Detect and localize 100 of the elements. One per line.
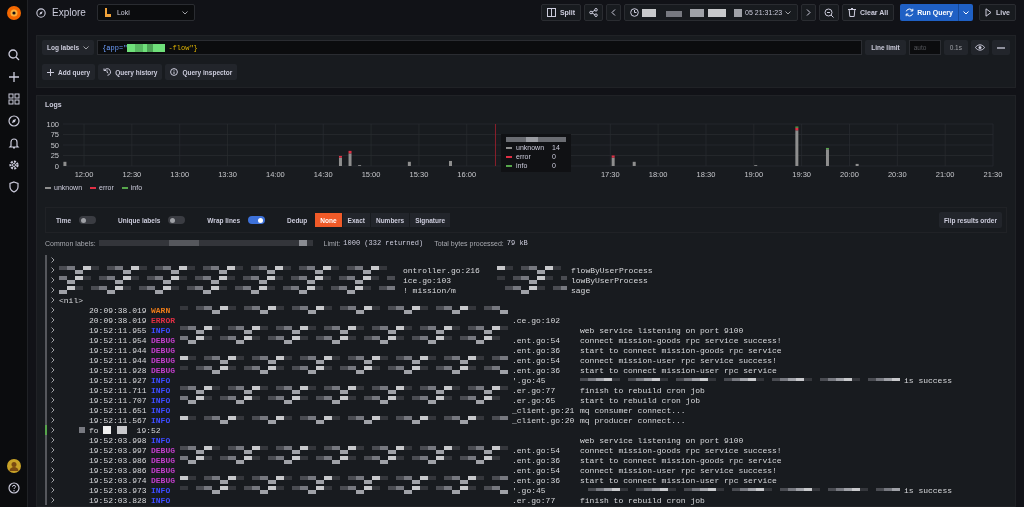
log-text: ontroller.go:216: [403, 265, 481, 275]
share-button[interactable]: [584, 4, 604, 21]
log-level: DEBUG: [151, 365, 176, 375]
log-text: sage: [571, 285, 591, 295]
loki-icon: [103, 8, 112, 17]
log-timestamp: 19:52:03.973: [89, 485, 147, 495]
minus-icon: [997, 46, 1005, 49]
log-level: INFO: [151, 325, 172, 335]
info-icon: [170, 68, 179, 76]
log-source: .er.go:77: [512, 385, 556, 395]
compass-icon: [36, 7, 46, 18]
bar: [63, 161, 67, 166]
caret-icon: [963, 10, 969, 15]
plus-icon: [47, 68, 54, 76]
caret-icon: [181, 10, 188, 15]
avatar[interactable]: [6, 459, 21, 473]
log-timestamp: 19:52:03.997: [89, 445, 147, 455]
chevron-left-icon: [611, 9, 617, 16]
remove-query-button[interactable]: [992, 40, 1010, 55]
log-message: start to connect mission-user rpc service: [580, 365, 777, 375]
log-level: DEBUG: [151, 475, 176, 485]
caret-icon: [785, 10, 792, 15]
clock-icon: [630, 8, 640, 17]
next-button[interactable]: [801, 4, 817, 21]
log-timestamp: 19:52:11.927: [89, 375, 147, 385]
bar: [632, 161, 636, 166]
log-source: '.go:45: [512, 375, 546, 385]
zoom-out-icon: [824, 7, 835, 18]
log-level: INFO: [151, 405, 172, 415]
log-source: '.go:45: [512, 485, 546, 495]
log-source: .ent.go:54: [512, 355, 560, 365]
toggle-switch[interactable]: [248, 216, 266, 224]
log-timestamp: 19:52:11.651: [89, 405, 147, 415]
caret-icon: [83, 45, 90, 50]
log-level: INFO: [151, 415, 172, 425]
log-timestamp: 20:09:38.019: [89, 305, 147, 315]
legend-swatch: [90, 186, 97, 189]
log-timestamp: 19:52:03.974: [89, 475, 147, 485]
log-text: <nil>: [59, 295, 84, 305]
log-level: DEBUG: [151, 465, 176, 475]
log-source: _client.go:20: [512, 415, 575, 425]
bell-icon[interactable]: [7, 137, 20, 149]
log-source: .ent.go:36: [512, 365, 560, 375]
log-message: mq consumer connect...: [580, 405, 686, 415]
log-message: finish to rebuild cron job: [580, 495, 705, 505]
log-source: .ent.go:36: [512, 455, 560, 465]
help-icon[interactable]: [7, 482, 20, 494]
log-level: INFO: [151, 485, 172, 495]
trash-icon: [848, 8, 857, 17]
log-timestamp: 19:52:03.828: [89, 495, 147, 505]
log-source: .er.go:77: [512, 495, 556, 505]
log-text: 19:52: [136, 425, 161, 435]
log-text: ! mission/m: [403, 285, 457, 295]
zoom-out-button[interactable]: [819, 4, 840, 21]
share-icon: [589, 8, 599, 17]
log-timestamp: 20:09:38.019: [89, 315, 147, 325]
log-message: mq producer connect...: [580, 415, 686, 425]
log-level: INFO: [151, 395, 172, 405]
log-message: is success: [904, 375, 952, 385]
log-timestamp: 19:52:11.954: [89, 335, 147, 345]
search-icon[interactable]: [7, 49, 20, 61]
legend-swatch: [45, 186, 51, 189]
log-source: .ce.go:102: [512, 315, 560, 325]
log-message: web service listening on port 9100: [580, 325, 744, 335]
log-timestamp: 19:52:11.711: [89, 385, 147, 395]
log-message: connect mission-goods rpc service success!: [580, 445, 782, 455]
shield-icon[interactable]: [7, 181, 20, 193]
log-message: connect mission-user rpc service success!: [580, 465, 777, 475]
log-message: start to connect mission-goods rpc service: [580, 455, 782, 465]
log-message: connect mission-goods rpc service success!: [580, 335, 782, 345]
log-level: INFO: [151, 375, 172, 385]
log-message: finish to rebuild cron job: [580, 385, 705, 395]
log-text: flowByUserProcess: [571, 265, 653, 275]
log-text: lowByUserProcess: [571, 275, 648, 285]
log-source: _client.go:21: [512, 405, 575, 415]
log-message: web service listening on port 9100: [580, 435, 744, 445]
log-message: is success: [904, 485, 952, 495]
toggle-switch[interactable]: [79, 216, 97, 224]
log-level: DEBUG: [151, 345, 176, 355]
log-timestamp: 19:52:11.707: [89, 395, 147, 405]
log-level: INFO: [151, 435, 172, 445]
plus-icon[interactable]: [7, 71, 20, 83]
previous-button[interactable]: [606, 4, 622, 21]
legend-swatch: [121, 186, 128, 189]
toggle-visibility-button[interactable]: [971, 40, 989, 55]
log-timestamp: 19:52:11.944: [89, 345, 147, 355]
log-timestamp: 19:52:11.567: [89, 415, 147, 425]
history-icon: [103, 68, 112, 76]
pixelated-redaction: [127, 43, 166, 52]
logo-icon[interactable]: [5, 5, 22, 21]
log-source: .ent.go:36: [512, 475, 560, 485]
log-level: INFO: [151, 495, 172, 505]
settings-icon[interactable]: [7, 159, 20, 171]
compass-icon[interactable]: [7, 115, 20, 127]
bar: [449, 160, 452, 166]
log-level: INFO: [151, 385, 172, 395]
log-timestamp: 19:52:11.928: [89, 365, 147, 375]
bar: [855, 163, 859, 166]
toggle-switch[interactable]: [168, 216, 186, 224]
dashboards-icon[interactable]: [7, 93, 20, 105]
